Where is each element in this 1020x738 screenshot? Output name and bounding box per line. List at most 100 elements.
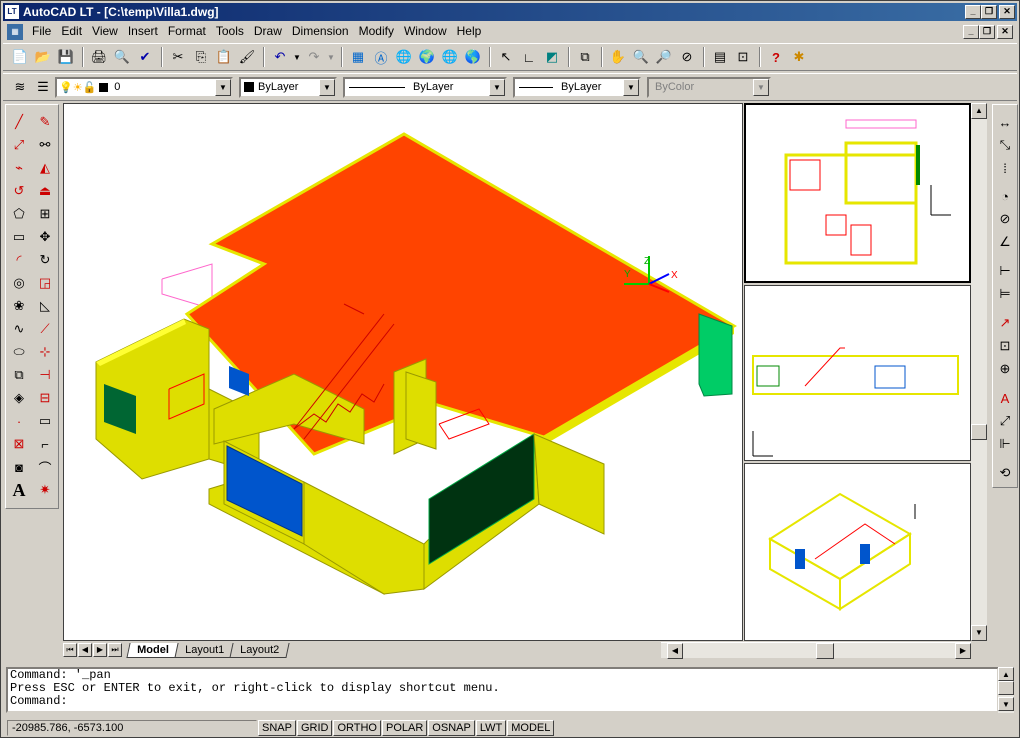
color-dropdown-arrow[interactable]: ▼ [319, 78, 335, 96]
trim-icon[interactable]: ⊹ [34, 341, 56, 363]
paste-icon[interactable]: 📋 [213, 46, 235, 68]
chamfer-icon[interactable]: ⌐ [34, 433, 56, 455]
offset-icon[interactable]: ⏏ [34, 180, 56, 202]
baseline-dimension-icon[interactable]: ⊢ [994, 260, 1016, 282]
named-views-icon[interactable]: ◩ [541, 46, 563, 68]
menu-tools[interactable]: Tools [211, 22, 249, 41]
properties-icon[interactable]: ▤ [709, 46, 731, 68]
ellipse-icon[interactable]: ⬭ [8, 341, 30, 363]
extend-icon[interactable]: ⊣ [34, 364, 56, 386]
redo-icon[interactable]: ↷ [303, 46, 325, 68]
linear-dimension-icon[interactable]: ↔ [994, 111, 1016, 133]
menu-dimension[interactable]: Dimension [287, 22, 354, 41]
polar-toggle[interactable]: POLAR [382, 719, 428, 736]
undo-icon[interactable]: ↶ [269, 46, 291, 68]
point-icon[interactable]: · [8, 410, 30, 432]
rectangle-icon[interactable]: ⬠ [8, 203, 30, 225]
multiline-text-icon[interactable]: A [8, 479, 30, 501]
menu-format[interactable]: Format [163, 22, 211, 41]
model-viewport-main[interactable]: Z Y X [63, 103, 743, 641]
doc-minimize-button[interactable]: _ [963, 25, 979, 39]
polyline-icon[interactable]: ⌁ [8, 157, 30, 179]
menu-help[interactable]: Help [452, 22, 487, 41]
continue-dimension-icon[interactable]: ⊨ [994, 283, 1016, 305]
viewport-isometric[interactable] [744, 463, 971, 641]
scroll-right-button[interactable]: ▶ [955, 643, 971, 659]
lengthen-icon[interactable]: ⟋ [34, 318, 56, 340]
tab-first-icon[interactable]: ⏮ [63, 643, 77, 657]
menu-file[interactable]: File [27, 22, 56, 41]
tab-layout1[interactable]: Layout1 [174, 642, 235, 658]
menu-draw[interactable]: Draw [249, 22, 287, 41]
dimension-update-icon[interactable]: ⊩ [994, 433, 1016, 455]
match-properties-icon[interactable]: 🖌 [236, 46, 258, 68]
zoom-previous-icon[interactable]: ⊘ [676, 46, 698, 68]
tab-model[interactable]: Model [126, 642, 180, 658]
diameter-dimension-icon[interactable]: ⊘ [994, 208, 1016, 230]
tolerance-icon[interactable]: ⊡ [994, 335, 1016, 357]
scale-icon[interactable]: ◲ [34, 272, 56, 294]
angular-dimension-icon[interactable]: ∠ [994, 231, 1016, 253]
rect-icon[interactable]: ▭ [8, 226, 30, 248]
title-bar[interactable]: LT AutoCAD LT - [C:\temp\Villa1.dwg] _ ❐… [3, 3, 1017, 21]
copy-object-icon[interactable]: ⚯ [34, 134, 56, 156]
command-scroll-up[interactable]: ▲ [998, 667, 1014, 681]
break-icon[interactable]: ⊟ [34, 387, 56, 409]
arc-icon[interactable]: ◜ [8, 249, 30, 271]
region-icon[interactable]: ◙ [8, 456, 30, 478]
fillet-icon[interactable]: ⌒ [34, 456, 56, 478]
menu-view[interactable]: View [87, 22, 123, 41]
tab-layout2[interactable]: Layout2 [229, 642, 290, 658]
viewport-front-elevation[interactable] [744, 285, 971, 461]
command-window[interactable]: Command: '_pan Press ESC or ENTER to exi… [6, 667, 999, 713]
model-space-toggle[interactable]: MODEL [507, 719, 555, 736]
linetype-dropdown-arrow[interactable]: ▼ [489, 78, 505, 96]
mirror-icon[interactable]: ◭ [34, 157, 56, 179]
dimension-edit-icon[interactable]: A [994, 387, 1016, 409]
cut-icon[interactable]: ✂ [167, 46, 189, 68]
layer-dropdown[interactable]: 💡 ☀ 🔓 0 ▼ [55, 76, 233, 98]
lwt-toggle[interactable]: LWT [475, 719, 507, 736]
browse-web-icon[interactable]: 🌍 [416, 46, 438, 68]
doc-restore-button[interactable]: ❐ [979, 25, 995, 39]
scroll-up-button[interactable]: ▲ [971, 103, 987, 119]
design-center-icon[interactable]: ▦ [347, 46, 369, 68]
dimension-style-icon[interactable]: ⟲ [994, 462, 1016, 484]
menu-edit[interactable]: Edit [56, 22, 87, 41]
line-icon[interactable]: ╱ [8, 111, 30, 133]
color-dropdown[interactable]: ByLayer ▼ [239, 76, 337, 98]
insert-block-icon[interactable]: ⧉ [8, 364, 30, 386]
vertical-scroll-thumb[interactable] [971, 424, 987, 440]
tab-last-icon[interactable]: ⏭ [108, 643, 122, 657]
radius-dimension-icon[interactable]: ◔ [994, 185, 1016, 207]
hatch-icon[interactable]: ⊠ [8, 433, 30, 455]
polygon-icon[interactable]: ↺ [8, 180, 30, 202]
viewport-top-plan[interactable] [744, 103, 971, 283]
pan-realtime-icon[interactable]: ✋ [607, 46, 629, 68]
publish-web-icon[interactable]: 🌎 [462, 46, 484, 68]
redraw-icon[interactable]: ⧉ [574, 46, 596, 68]
command-scrollbar[interactable]: ▲ ▼ [998, 667, 1014, 713]
explode-icon[interactable]: ✷ [34, 479, 56, 501]
linetype-dropdown[interactable]: ByLayer ▼ [343, 76, 507, 98]
ucs-icon[interactable]: ∟ [518, 46, 540, 68]
circle-icon[interactable]: ◎ [8, 272, 30, 294]
revcloud-icon[interactable]: ❀ [8, 295, 30, 317]
zoom-window-icon[interactable]: 🔎 [653, 46, 675, 68]
tab-prev-icon[interactable]: ◀ [78, 643, 92, 657]
menu-modify[interactable]: Modify [354, 22, 399, 41]
array-icon[interactable]: ⊞ [34, 203, 56, 225]
document-icon[interactable]: ▦ [7, 23, 23, 40]
autodesk-point-a-icon[interactable]: Ⓐ [370, 46, 392, 68]
open-icon[interactable]: 📂 [32, 46, 54, 68]
move-icon[interactable]: ✥ [34, 226, 56, 248]
spline-icon[interactable]: ∿ [8, 318, 30, 340]
snap-from-icon[interactable]: ↖ [495, 46, 517, 68]
construction-line-icon[interactable]: ⤢ [8, 134, 30, 156]
print-preview-icon[interactable]: 🔍 [111, 46, 133, 68]
tab-next-icon[interactable]: ▶ [93, 643, 107, 657]
command-scroll-down[interactable]: ▼ [998, 697, 1014, 711]
snap-toggle[interactable]: SNAP [258, 719, 296, 736]
toolbar-extra-icon[interactable]: ✱ [788, 46, 810, 68]
redo-dropdown-icon[interactable]: ▼ [326, 46, 336, 68]
